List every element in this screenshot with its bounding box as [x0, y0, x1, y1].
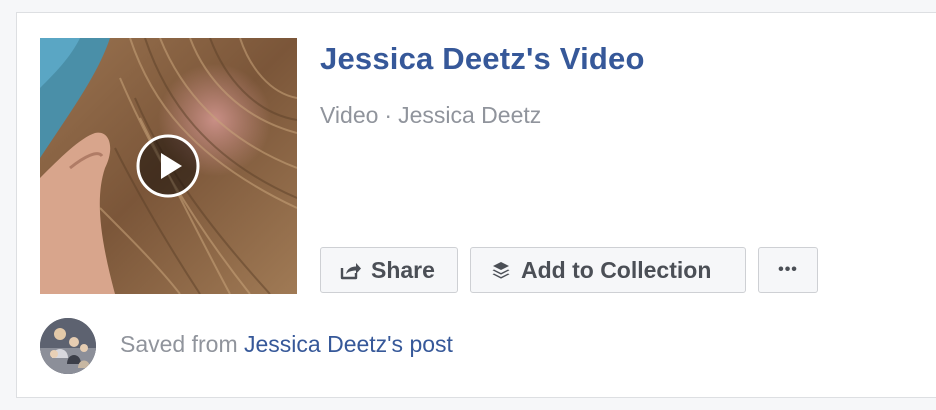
share-arrow-icon [339, 258, 363, 282]
source-post-link[interactable]: Jessica Deetz's post [244, 331, 453, 357]
item-meta: Video · Jessica Deetz [320, 102, 541, 129]
saved-from-prefix: Saved from [120, 331, 238, 357]
avatar[interactable] [40, 318, 96, 374]
video-thumbnail[interactable] [40, 38, 297, 294]
item-type: Video [320, 102, 379, 128]
stack-layers-icon [489, 258, 513, 282]
profile-photo [40, 318, 96, 374]
saved-from-line: Saved from Jessica Deetz's post [120, 331, 453, 358]
share-button[interactable]: Share [320, 247, 458, 293]
more-options-button[interactable]: ••• [758, 247, 818, 293]
share-label: Share [371, 256, 435, 283]
video-title-link[interactable]: Jessica Deetz's Video [320, 41, 645, 77]
add-to-collection-label: Add to Collection [521, 256, 712, 283]
item-author: Jessica Deetz [398, 102, 542, 128]
meta-separator: · [384, 102, 393, 128]
ellipsis-icon: ••• [778, 261, 798, 278]
add-to-collection-button[interactable]: Add to Collection [470, 247, 746, 293]
saved-item-card: Jessica Deetz's Video Video · Jessica Deet… [16, 12, 936, 398]
play-circle-icon[interactable] [136, 134, 200, 198]
